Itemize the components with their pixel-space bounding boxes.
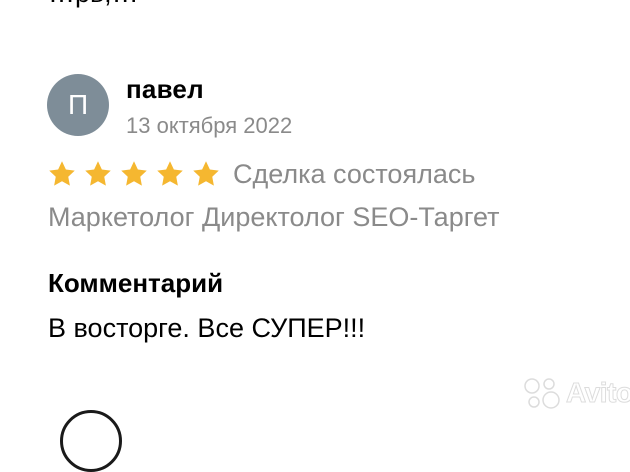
star-icon — [155, 159, 185, 189]
rating-stars — [47, 159, 227, 189]
watermark-text: Avito — [565, 377, 630, 409]
deal-status: Сделка состоялась — [233, 158, 476, 189]
rating-row: Сделка состоялась — [47, 155, 475, 193]
review-date: 13 октября 2022 — [126, 113, 293, 138]
avito-logo-icon — [522, 376, 564, 410]
comment-text: В восторге. Все СУПЕР!!! — [48, 313, 366, 343]
star-icon — [119, 159, 149, 189]
star-icon — [83, 159, 113, 189]
comment-title: Комментарий — [48, 268, 224, 298]
previous-review-text: …рь,… — [48, 0, 139, 9]
avito-watermark: Avito — [522, 376, 630, 410]
star-icon — [191, 159, 221, 189]
service-name: Маркетолог Директолог SEO-Таргет — [48, 202, 500, 232]
avatar[interactable]: П — [47, 74, 109, 136]
next-review-avatar[interactable] — [60, 410, 122, 472]
avatar-letter: П — [67, 89, 89, 120]
star-icon — [47, 159, 77, 189]
author-name[interactable]: павел — [126, 74, 204, 105]
